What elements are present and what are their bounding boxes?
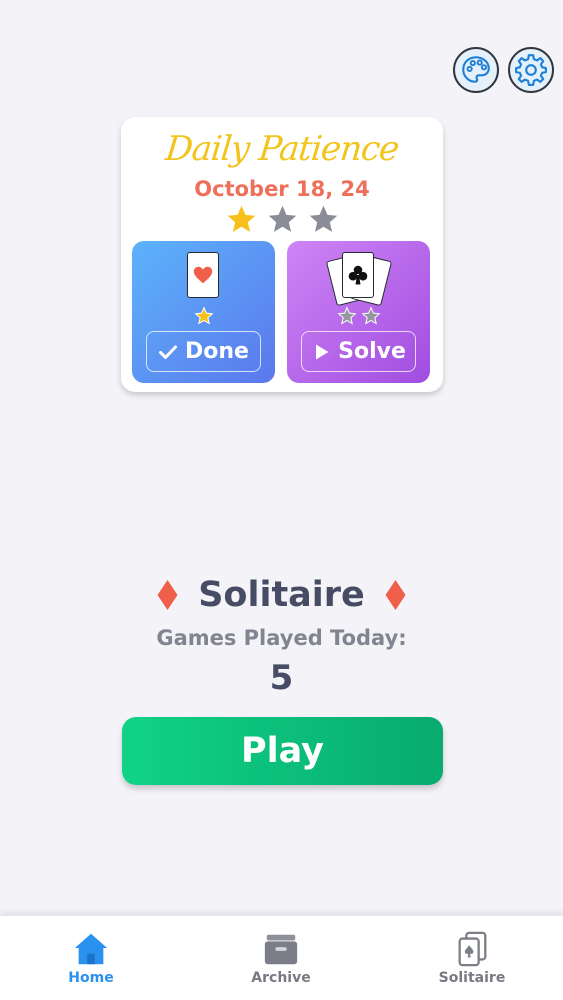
daily-date: October 18, 24 <box>194 177 370 201</box>
star-icon-filled <box>227 205 255 232</box>
nav-label-home: Home <box>68 970 114 986</box>
solitaire-heading: Solitaire <box>0 575 563 615</box>
daily-game-card-hearts[interactable]: Done <box>132 241 275 383</box>
done-button[interactable]: Done <box>146 331 261 372</box>
diamond-icon <box>157 580 178 610</box>
bottom-nav-bar: Home Archive Solitaire <box>0 915 563 1000</box>
star-icon-empty <box>336 306 357 325</box>
star-icon-filled <box>193 306 214 325</box>
settings-button[interactable] <box>508 47 554 93</box>
solve-button-label: Solve <box>338 339 406 364</box>
star-icon-empty <box>360 306 381 325</box>
done-button-label: Done <box>185 339 249 364</box>
daily-title: Daily Patience <box>163 129 401 169</box>
nav-item-archive[interactable]: Archive <box>221 930 341 986</box>
play-icon <box>316 344 329 359</box>
nav-item-solitaire[interactable]: Solitaire <box>412 930 532 986</box>
house-icon <box>74 933 108 965</box>
heart-icon <box>193 266 213 284</box>
palette-button[interactable] <box>453 47 499 93</box>
nav-label-archive: Archive <box>251 970 311 986</box>
daily-patience-card: Daily Patience October 18, 24 Done Solve <box>121 117 443 392</box>
nav-item-home[interactable]: Home <box>31 930 151 986</box>
solitaire-title: Solitaire <box>198 575 365 615</box>
palette-icon <box>462 56 490 83</box>
club-icon <box>348 265 368 285</box>
archive-box-icon <box>264 934 298 965</box>
card-star-rating <box>132 306 275 326</box>
checkmark-icon <box>159 345 178 359</box>
nav-label-solitaire: Solitaire <box>438 970 506 986</box>
daily-star-rating <box>121 203 443 236</box>
daily-game-card-clubs[interactable]: Solve <box>287 241 430 383</box>
cards-icon <box>458 931 487 967</box>
club-card-icon <box>342 252 374 298</box>
diamond-icon <box>385 580 406 610</box>
games-played-count: 5 <box>269 658 294 698</box>
gear-icon <box>515 54 547 86</box>
star-icon-empty <box>268 205 296 232</box>
card-star-rating <box>287 306 430 326</box>
star-icon-empty <box>309 205 337 232</box>
solve-button[interactable]: Solve <box>301 331 416 372</box>
play-button[interactable]: Play <box>122 717 443 785</box>
games-played-label: Games Played Today: <box>156 626 407 650</box>
heart-card-icon <box>187 252 219 298</box>
